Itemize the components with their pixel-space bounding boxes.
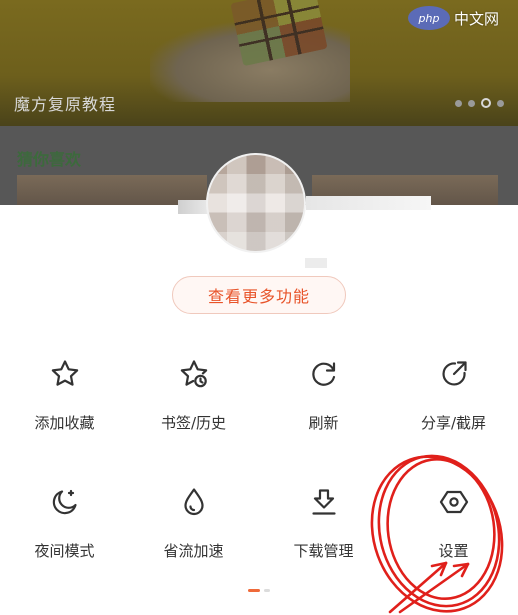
blurred-text [305, 258, 327, 268]
blurred-username [306, 196, 431, 210]
more-functions-button[interactable]: 查看更多功能 [172, 276, 346, 314]
menu-item-label: 下载管理 [293, 542, 354, 560]
menu-item-label: 夜间模式 [34, 542, 95, 560]
page-indicator-dot [264, 589, 270, 592]
watermark-logo: php [408, 6, 450, 30]
star-clock-icon [176, 356, 212, 392]
menu-item-settings[interactable]: 设置 [389, 484, 518, 561]
drop-icon [176, 484, 212, 520]
section-title: 猜你喜欢 [17, 150, 82, 169]
menu-item-label: 省流加速 [163, 542, 224, 560]
download-icon [306, 484, 342, 520]
carousel-dot-active [481, 98, 491, 108]
menu-item-night-mode[interactable]: 夜间模式 [0, 484, 129, 561]
blurred-username [178, 200, 208, 214]
menu-item-bookmarks-history[interactable]: 书签/历史 [129, 356, 258, 433]
menu-item-label: 添加收藏 [34, 414, 95, 432]
watermark-text: 中文网 [454, 9, 500, 28]
carousel-dot [455, 99, 462, 107]
star-icon [47, 356, 83, 392]
menu-item-add-favorite[interactable]: 添加收藏 [0, 356, 129, 433]
menu-item-label: 书签/历史 [160, 414, 227, 432]
moon-icon [47, 484, 83, 520]
carousel-dot [497, 99, 504, 107]
menu-item-refresh[interactable]: 刷新 [259, 356, 388, 433]
page-indicator [248, 589, 270, 592]
menu-item-label: 刷新 [308, 414, 339, 432]
menu-item-label: 分享/截屏 [420, 414, 487, 432]
menu-item-data-saver[interactable]: 省流加速 [129, 484, 258, 561]
banner-title[interactable]: 魔方复原教程 [14, 91, 116, 115]
settings-hexagon-icon [436, 484, 472, 520]
share-icon [436, 356, 472, 392]
carousel-dots [455, 98, 504, 108]
menu-item-download-manager[interactable]: 下载管理 [259, 484, 388, 561]
menu-item-label: 设置 [438, 542, 469, 560]
watermark: php 中文网 [408, 3, 514, 33]
user-avatar[interactable] [206, 153, 306, 253]
refresh-icon [306, 356, 342, 392]
page-indicator-active [248, 589, 260, 592]
carousel-dot [468, 99, 475, 107]
menu-item-share-screenshot[interactable]: 分享/截屏 [389, 356, 518, 433]
